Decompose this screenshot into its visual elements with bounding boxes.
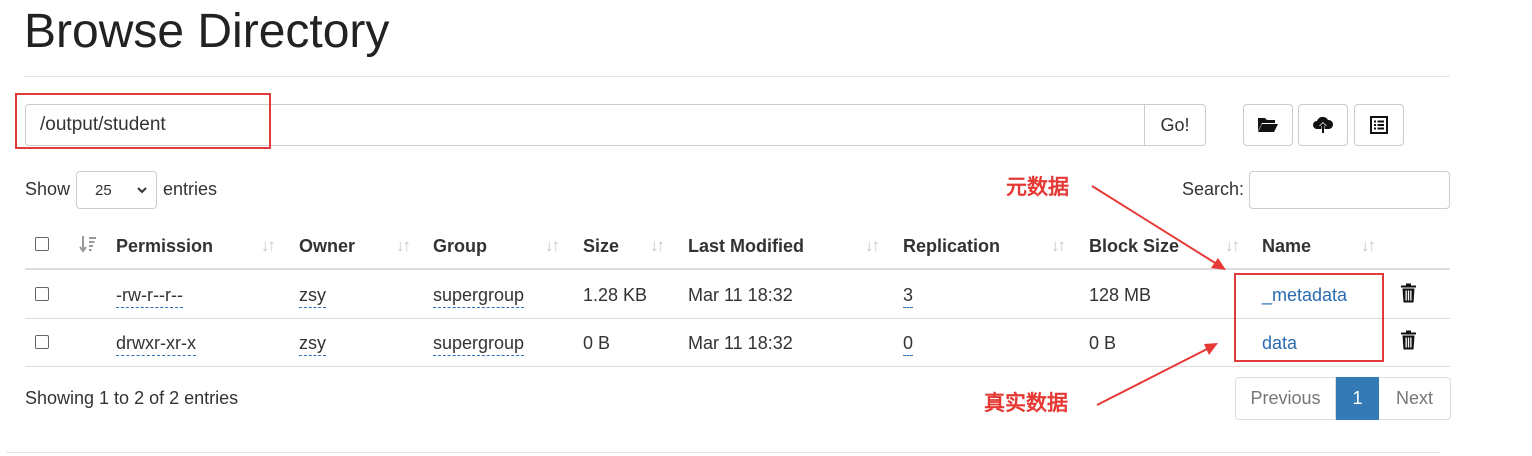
select-all-checkbox[interactable] [35, 237, 49, 251]
sort-icon[interactable]: ↓↑ [396, 236, 411, 256]
entries-select[interactable]: 25 [76, 171, 157, 209]
sort-icon[interactable]: ↓↑ [261, 236, 276, 256]
cut-paste-button[interactable] [1354, 104, 1404, 146]
header-permission[interactable]: Permission [116, 235, 213, 257]
name-highlight-box [1234, 273, 1384, 362]
size-cell: 0 B [583, 333, 611, 353]
search-label: Search: [1182, 179, 1245, 199]
block-size-cell: 0 B [1089, 333, 1117, 353]
modified-cell: Mar 11 18:32 [688, 333, 793, 353]
page-1-button[interactable]: 1 [1336, 377, 1379, 420]
trash-icon[interactable] [1400, 330, 1417, 350]
page-title: Browse Directory [24, 5, 390, 58]
group-cell[interactable]: supergroup [433, 333, 525, 356]
header-group[interactable]: Group [433, 235, 487, 257]
modified-cell: Mar 11 18:32 [688, 285, 793, 305]
table-info: Showing 1 to 2 of 2 entries [25, 388, 239, 408]
header-block-size[interactable]: Block Size [1089, 235, 1179, 257]
pagination: Previous 1 Next [1235, 377, 1451, 420]
upload-button[interactable] [1298, 104, 1348, 146]
search-input[interactable] [1249, 171, 1450, 209]
header-owner[interactable]: Owner [299, 235, 355, 257]
bottom-divider [6, 452, 1440, 453]
header-replication[interactable]: Replication [903, 235, 1000, 257]
sort-icon[interactable]: ↓↑ [545, 236, 560, 256]
table-row: -rw-r--r-- zsy supergroup 1.28 KB Mar 11… [0, 270, 1450, 318]
entries-value: 25 [95, 181, 112, 199]
sort-icon[interactable]: ↓↑ [865, 236, 880, 256]
header-name[interactable]: Name [1262, 235, 1311, 257]
header-last-modified[interactable]: Last Modified [688, 235, 804, 257]
previous-page-button[interactable]: Previous [1235, 377, 1336, 420]
replication-cell[interactable]: 3 [903, 285, 914, 308]
row-checkbox[interactable] [35, 335, 49, 349]
folder-open-icon [1258, 118, 1278, 132]
trash-icon[interactable] [1400, 283, 1417, 303]
go-button[interactable]: Go! [1144, 104, 1206, 146]
header-size[interactable]: Size [583, 235, 619, 257]
group-cell[interactable]: supergroup [433, 285, 525, 308]
create-directory-button[interactable] [1243, 104, 1293, 146]
replication-cell[interactable]: 0 [903, 333, 914, 356]
sort-icon[interactable]: ↓↑ [1051, 236, 1066, 256]
table-bottom-border [25, 366, 1450, 367]
table-row: drwxr-xr-x zsy supergroup 0 B Mar 11 18:… [0, 319, 1450, 367]
owner-cell[interactable]: zsy [299, 285, 326, 308]
real-data-annotation: 真实数据 [984, 392, 1068, 415]
row-checkbox[interactable] [35, 287, 49, 301]
next-page-button[interactable]: Next [1379, 377, 1451, 420]
entries-label: entries [163, 179, 218, 199]
sort-desc-icon[interactable] [79, 235, 97, 253]
sort-icon[interactable]: ↓↑ [1225, 236, 1240, 256]
sort-icon[interactable]: ↓↑ [650, 236, 665, 256]
block-size-cell: 128 MB [1089, 285, 1152, 305]
path-highlight-box [15, 93, 271, 149]
permission-cell[interactable]: drwxr-xr-x [116, 333, 196, 356]
metadata-annotation: 元数据 [1006, 176, 1069, 199]
chevron-down-icon [137, 187, 147, 194]
cloud-upload-icon [1313, 116, 1334, 133]
size-cell: 1.28 KB [583, 285, 648, 305]
show-label: Show [25, 179, 71, 199]
list-icon [1370, 116, 1388, 134]
owner-cell[interactable]: zsy [299, 333, 326, 356]
permission-cell[interactable]: -rw-r--r-- [116, 285, 183, 308]
title-divider [24, 76, 1450, 77]
sort-icon[interactable]: ↓↑ [1361, 236, 1376, 256]
